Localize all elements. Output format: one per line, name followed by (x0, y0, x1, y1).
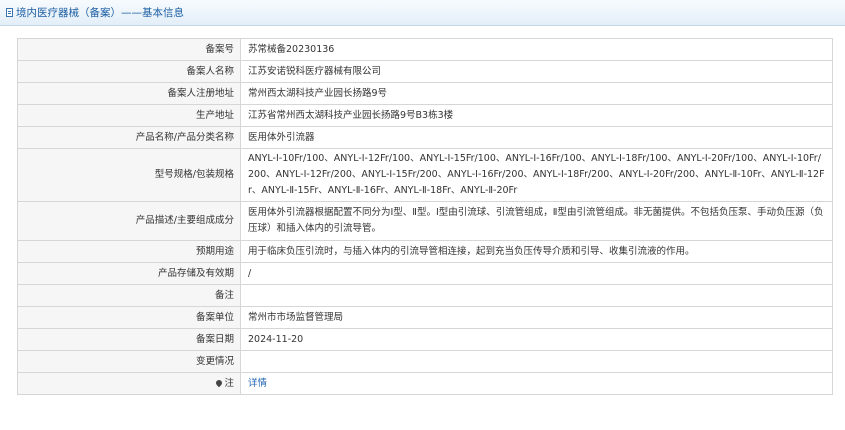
row-label-filing-number: 备案号 (17, 38, 241, 61)
row-label-remarks: 备注 (17, 284, 241, 307)
table-row: 预期用途 用于临床负压引流时，与插入体内的引流导管相连接，起到充当负压传导介质和… (17, 240, 833, 263)
row-value-product-name: 医用体外引流器 (240, 126, 833, 149)
record-info-table: 备案号 苏常械备20230136 备案人名称 江苏安诺锐科医疗器械有限公司 备案… (17, 38, 833, 395)
row-label-filer-name: 备案人名称 (17, 60, 241, 83)
row-value-filing-number: 苏常械备20230136 (240, 38, 833, 61)
pin-icon (215, 378, 224, 388)
row-value-note: 详情 (240, 372, 833, 395)
row-value-production-address: 江苏省常州西太湖科技产业园长扬路9号B3栋3楼 (240, 104, 833, 127)
page-title: 境内医疗器械（备案）——基本信息 (16, 7, 184, 19)
table-row: 产品名称/产品分类名称 医用体外引流器 (17, 126, 833, 149)
row-label-product-name: 产品名称/产品分类名称 (17, 126, 241, 149)
table-row: 备案号 苏常械备20230136 (17, 38, 833, 61)
row-label-filing-unit: 备案单位 (17, 306, 241, 329)
note-label-text: 注 (224, 377, 234, 389)
row-label-note: 注 (17, 372, 241, 395)
row-label-change-status: 变更情况 (17, 350, 241, 373)
row-label-model-spec: 型号规格/包装规格 (17, 148, 241, 202)
table-row: 备案单位 常州市市场监督管理局 (17, 306, 833, 329)
row-label-storage-validity: 产品存储及有效期 (17, 262, 241, 285)
row-label-filing-date: 备案日期 (17, 328, 241, 351)
row-value-change-status (240, 350, 833, 373)
table-row: 备注 (17, 284, 833, 307)
row-label-product-description: 产品描述/主要组成成分 (17, 201, 241, 241)
row-value-filing-unit: 常州市市场监督管理局 (240, 306, 833, 329)
row-value-product-description: 医用体外引流器根据配置不同分为Ⅰ型、Ⅱ型。Ⅰ型由引流球、引流管组成，Ⅱ型由引流管… (240, 201, 833, 241)
table-row: 变更情况 (17, 350, 833, 373)
row-label-registered-address: 备案人注册地址 (17, 82, 241, 105)
table-row: 生产地址 江苏省常州西太湖科技产业园长扬路9号B3栋3楼 (17, 104, 833, 127)
table-row: 备案人注册地址 常州西太湖科技产业园长扬路9号 (17, 82, 833, 105)
row-value-intended-use: 用于临床负压引流时，与插入体内的引流导管相连接，起到充当负压传导介质和引导、收集… (240, 240, 833, 263)
table-row: 型号规格/包装规格 ANYL-Ⅰ-10Fr/100、ANYL-Ⅰ-12Fr/10… (17, 148, 833, 202)
row-label-production-address: 生产地址 (17, 104, 241, 127)
document-icon (6, 8, 13, 17)
page-title-bar: 境内医疗器械（备案）——基本信息 (0, 0, 845, 26)
table-row: 产品存储及有效期 / (17, 262, 833, 285)
row-value-filer-name: 江苏安诺锐科医疗器械有限公司 (240, 60, 833, 83)
table-row: 备案日期 2024-11-20 (17, 328, 833, 351)
row-value-remarks (240, 284, 833, 307)
row-value-registered-address: 常州西太湖科技产业园长扬路9号 (240, 82, 833, 105)
row-value-model-spec: ANYL-Ⅰ-10Fr/100、ANYL-Ⅰ-12Fr/100、ANYL-Ⅰ-1… (240, 148, 833, 202)
table-row: 备案人名称 江苏安诺锐科医疗器械有限公司 (17, 60, 833, 83)
table-row: 产品描述/主要组成成分 医用体外引流器根据配置不同分为Ⅰ型、Ⅱ型。Ⅰ型由引流球、… (17, 201, 833, 241)
row-value-filing-date: 2024-11-20 (240, 328, 833, 351)
row-label-intended-use: 预期用途 (17, 240, 241, 263)
table-row: 注 详情 (17, 372, 833, 395)
details-link[interactable]: 详情 (248, 378, 267, 389)
row-value-storage-validity: / (240, 262, 833, 285)
